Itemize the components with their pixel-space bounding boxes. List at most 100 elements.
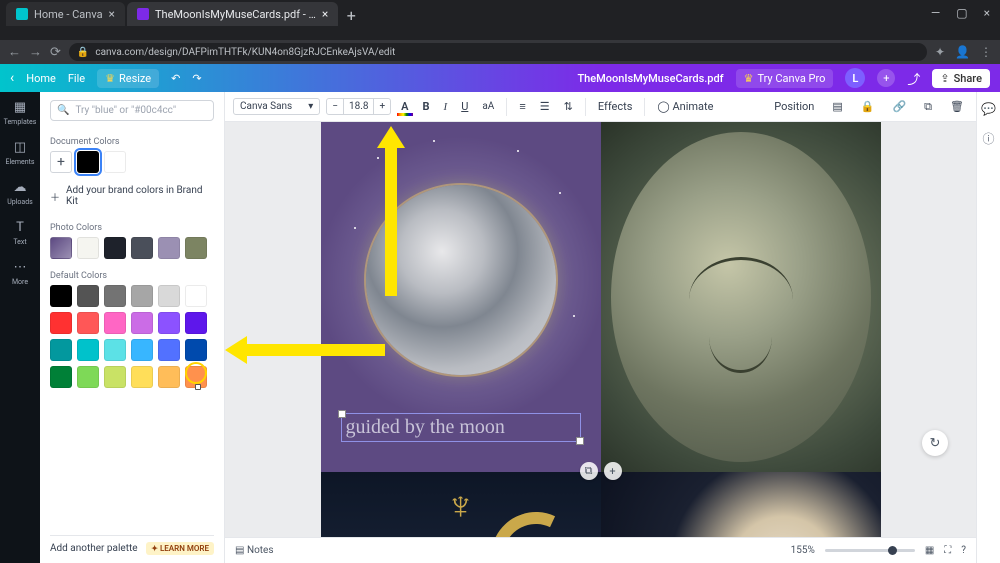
color-swatch[interactable] [131,339,153,361]
link-icon[interactable]: 🔗 [888,98,910,115]
color-swatch[interactable] [77,366,99,388]
document-name[interactable]: TheMoonIsMyMuseCards.pdf [577,72,723,85]
rail-elements[interactable]: ◫Elements [5,140,34,166]
browser-tab[interactable]: Home - Canva × [6,2,125,26]
try-pro-button[interactable]: ♛Try Canva Pro [736,69,834,88]
caption-text[interactable]: guided by the moon [346,416,505,438]
color-swatch[interactable] [50,339,72,361]
floating-redo-button[interactable]: ↻ [922,430,948,456]
color-swatch[interactable] [158,285,180,307]
card-crescents[interactable]: ♆ [321,472,601,537]
close-icon[interactable]: × [109,7,115,21]
url-field[interactable]: 🔒 canva.com/design/DAFPimTHTFk/KUN4on8Gj… [69,43,927,61]
delete-icon[interactable]: 🗑 [946,98,968,115]
add-page-button[interactable]: + [604,462,622,480]
rail-templates[interactable]: ▦Templates [4,100,37,126]
resize-button[interactable]: ♛Resize [97,69,159,88]
present-icon[interactable]: ⤴ [907,69,920,88]
menu-icon[interactable]: ⋮ [980,45,992,59]
text-selection-box[interactable]: guided by the moon [341,413,581,442]
duplicate-icon[interactable]: ⧉ [920,98,936,116]
close-window-icon[interactable]: × [984,6,990,20]
color-swatch[interactable] [158,312,180,334]
transparency-icon[interactable]: ▤ [828,98,846,115]
spacing-button[interactable]: ⇅ [560,98,577,115]
color-swatch[interactable] [50,366,72,388]
align-button[interactable]: ≡ [515,98,529,115]
underline-button[interactable]: U [457,98,472,115]
back-icon[interactable]: ← [8,44,21,60]
italic-button[interactable]: I [440,99,452,115]
add-palette-link[interactable]: Add another palette [50,543,138,554]
photo-thumb-swatch[interactable] [50,237,72,259]
color-swatch[interactable] [158,366,180,388]
color-search-input[interactable]: 🔍 Try "blue" or "#00c4cc" [50,100,214,121]
zoom-level[interactable]: 155% [791,545,815,556]
duplicate-page-button[interactable]: ⧉ [580,462,598,480]
help-icon[interactable]: ? [961,545,966,556]
add-brand-colors-link[interactable]: ＋ Add your brand colors in Brand Kit [50,185,214,207]
back-chevron-icon[interactable]: ‹ [10,70,14,86]
color-swatch[interactable] [185,285,207,307]
close-icon[interactable]: × [322,7,328,21]
font-size-value[interactable]: 18.8 [343,99,375,114]
color-swatch[interactable] [158,339,180,361]
canvas-stage[interactable]: guided by the moon ♆ [225,122,976,537]
profile-icon[interactable]: 👤 [955,45,970,59]
info-icon[interactable]: ⓘ [982,130,994,147]
rail-more[interactable]: ⋯More [12,260,28,286]
undo-icon[interactable]: ↶ [171,72,180,85]
redo-icon[interactable]: ↷ [192,72,201,85]
font-size-stepper[interactable]: − 18.8 + [326,98,391,115]
color-swatch[interactable] [131,285,153,307]
color-swatch[interactable] [131,366,153,388]
color-swatch[interactable] [131,312,153,334]
bold-button[interactable]: B [419,98,434,115]
color-swatch[interactable] [77,339,99,361]
color-swatch[interactable] [104,151,126,173]
add-color-swatch[interactable]: + [50,151,72,173]
design-page[interactable]: guided by the moon ♆ [321,122,881,537]
color-swatch[interactable] [158,237,180,259]
extension-icon[interactable]: ✦ [935,45,945,59]
reload-icon[interactable]: ⟳ [50,45,61,60]
forward-icon[interactable]: → [29,44,42,60]
browser-tab[interactable]: TheMoonIsMyMuseCards.pdf - … × [127,2,338,26]
decrement-button[interactable]: − [327,99,343,114]
color-swatch[interactable] [50,285,72,307]
position-button[interactable]: Position [770,98,818,115]
fullscreen-icon[interactable]: ⛶ [944,545,951,556]
lock-icon[interactable]: 🔒 [857,98,879,115]
color-swatch[interactable] [50,312,72,334]
color-swatch[interactable] [77,151,99,173]
color-swatch[interactable] [104,312,126,334]
card-moon-rise[interactable] [601,472,881,537]
color-swatch[interactable] [104,285,126,307]
color-swatch[interactable] [77,237,99,259]
color-swatch[interactable] [77,285,99,307]
rail-uploads[interactable]: ☁Uploads [7,180,33,206]
color-swatch[interactable] [185,237,207,259]
file-menu[interactable]: File [68,72,85,85]
learn-more-badge[interactable]: ✦ LEARN MORE [146,542,214,555]
share-button[interactable]: ⇪Share [932,69,990,88]
case-button[interactable]: aA [478,99,498,114]
maximize-icon[interactable]: ▢ [956,6,967,20]
notes-button[interactable]: ▤ Notes [235,545,274,556]
avatar[interactable]: L [845,68,865,88]
color-swatch[interactable] [185,339,207,361]
color-swatch[interactable] [131,237,153,259]
minimize-icon[interactable]: — [931,6,940,20]
card-moon-face[interactable] [601,122,881,472]
increment-button[interactable]: + [374,99,390,114]
color-swatch[interactable] [104,237,126,259]
effects-button[interactable]: Effects [594,98,637,115]
text-color-button[interactable]: A [397,98,412,115]
comments-icon[interactable]: 💬 [981,102,996,116]
list-button[interactable]: ☰ [536,98,554,115]
color-swatch[interactable] [104,366,126,388]
color-swatch[interactable] [77,312,99,334]
card-moon-purple[interactable]: guided by the moon [321,122,601,472]
color-swatch[interactable] [104,339,126,361]
home-link[interactable]: Home [26,72,56,85]
